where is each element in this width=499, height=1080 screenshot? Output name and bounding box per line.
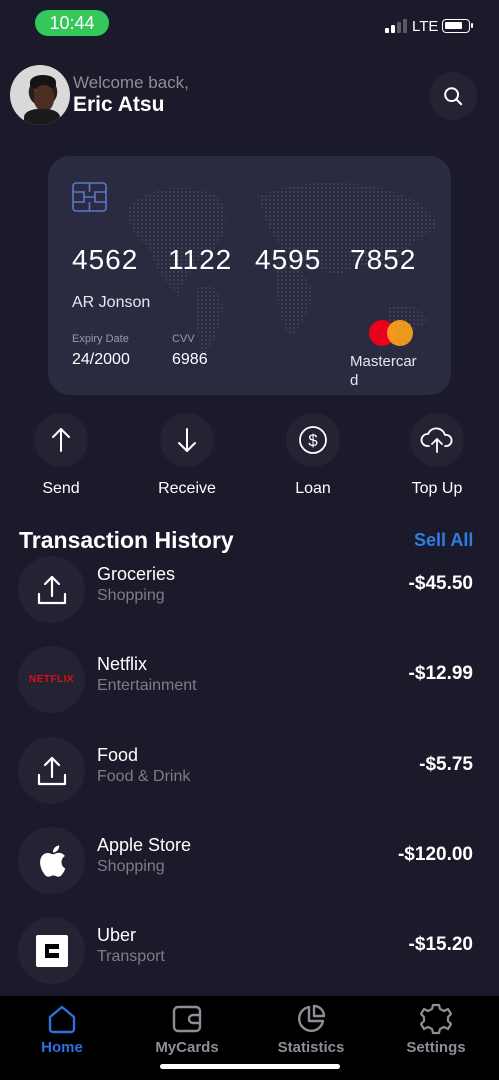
cvv-label: CVV [172, 333, 195, 345]
transaction-amount: -$45.50 [408, 573, 473, 594]
transaction-name: Groceries [97, 564, 176, 584]
transaction-row[interactable]: Apple Store Shopping -$120.00 [0, 827, 499, 897]
send-label: Send [42, 480, 80, 497]
netflix-logo-icon: NETFLIX [18, 646, 85, 713]
expiry-value: 24/2000 [72, 351, 130, 368]
welcome-text: Welcome back, [73, 73, 189, 92]
signal-icon [385, 17, 407, 33]
bank-card[interactable]: 4562 1122 4595 7852 AR Jonson Expiry Dat… [48, 156, 451, 395]
send-button[interactable]: Send [11, 413, 111, 498]
battery-icon [442, 19, 473, 33]
card-number-group-3: 4595 [255, 244, 322, 275]
cloud-upload-icon [420, 427, 453, 453]
transaction-category: Shopping [97, 858, 165, 875]
home-icon [48, 1005, 76, 1034]
transaction-row[interactable]: NETFLIX Netflix Entertainment -$12.99 [0, 646, 499, 716]
card-number-group-1: 4562 [72, 244, 139, 275]
nav-home[interactable]: Home [7, 1002, 117, 1056]
status-time: 10:44 [35, 10, 109, 36]
nav-statistics-label: Statistics [277, 1039, 345, 1056]
upload-icon [18, 556, 85, 623]
transaction-name: Apple Store [97, 835, 192, 855]
gear-icon [420, 1003, 452, 1035]
cvv-value: 6986 [172, 351, 208, 368]
transaction-category: Shopping [97, 587, 165, 604]
apple-icon [18, 827, 85, 894]
nav-settings[interactable]: Settings [381, 1002, 491, 1056]
nav-settings-label: Settings [406, 1039, 466, 1056]
transaction-category: Transport [97, 948, 165, 965]
arrow-down-icon [178, 428, 196, 452]
transaction-row[interactable]: Uber Transport -$15.20 [0, 917, 499, 987]
card-holder-name: AR Jonson [72, 294, 151, 311]
uber-icon [18, 917, 85, 984]
dollar-icon: $ [299, 426, 327, 454]
chip-icon [72, 182, 107, 212]
receive-label: Receive [158, 480, 216, 497]
receive-button[interactable]: Receive [137, 413, 237, 498]
transaction-name: Food [97, 745, 139, 765]
transaction-amount: -$120.00 [397, 844, 473, 865]
transaction-name: Uber [97, 925, 137, 945]
transaction-history-title: Transaction History [19, 527, 234, 553]
see-all-link[interactable]: Sell All [414, 530, 473, 551]
transaction-amount: -$5.75 [419, 754, 473, 775]
top-up-button[interactable]: Top Up [387, 413, 487, 498]
nav-statistics[interactable]: Statistics [256, 1002, 366, 1056]
avatar[interactable] [10, 65, 70, 125]
wallet-icon [172, 1005, 202, 1033]
mastercard-logo [369, 320, 413, 346]
pie-chart-icon [298, 1004, 326, 1032]
card-number-group-4: 7852 [350, 244, 417, 275]
nav-mycards[interactable]: MyCards [132, 1002, 242, 1056]
transaction-category: Entertainment [97, 677, 197, 694]
svg-text:$: $ [308, 431, 318, 450]
nav-mycards-label: MyCards [155, 1039, 219, 1056]
netflix-logo-text: NETFLIX [28, 674, 75, 685]
arrow-up-icon [52, 428, 70, 452]
transaction-amount: -$15.20 [408, 934, 473, 955]
top-up-label: Top Up [411, 480, 463, 497]
network-label: LTE [412, 18, 439, 35]
status-bar: 10:44 LTE [0, 0, 499, 48]
transaction-category: Food & Drink [97, 768, 191, 785]
expiry-label: Expiry Date [72, 333, 129, 345]
nav-home-label: Home [41, 1039, 83, 1056]
loan-button[interactable]: $ Loan [263, 413, 363, 498]
transaction-amount: -$12.99 [408, 663, 473, 684]
card-brand-label: Mastercard [350, 353, 417, 389]
loan-label: Loan [295, 480, 331, 497]
search-button[interactable] [429, 72, 477, 120]
transaction-row[interactable]: Groceries Shopping -$45.50 [0, 556, 499, 626]
user-name: Eric Atsu [73, 93, 165, 116]
transaction-name: Netflix [97, 654, 148, 674]
transaction-row[interactable]: Food Food & Drink -$5.75 [0, 737, 499, 807]
home-indicator [160, 1064, 340, 1069]
upload-icon [18, 737, 85, 804]
card-number-group-2: 1122 [168, 244, 233, 275]
search-icon [444, 87, 463, 106]
